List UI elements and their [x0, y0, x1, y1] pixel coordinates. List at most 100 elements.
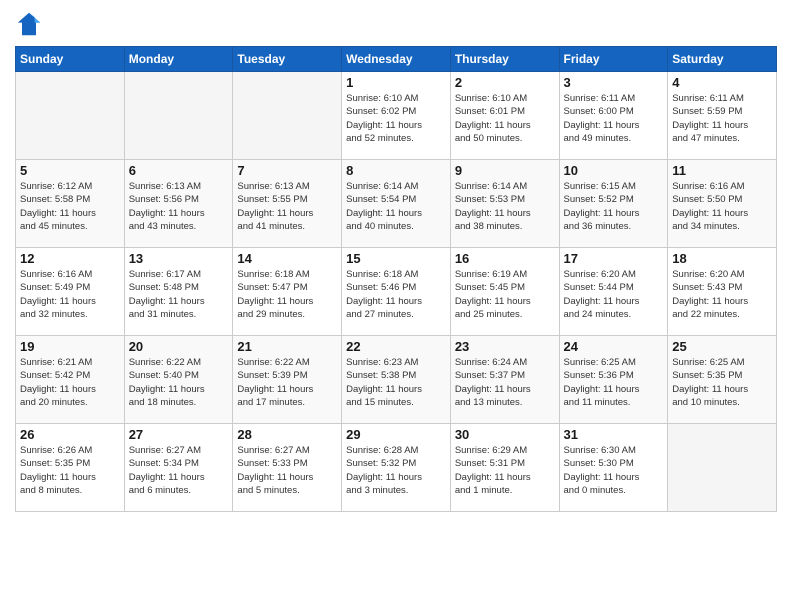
page: SundayMondayTuesdayWednesdayThursdayFrid… [0, 0, 792, 612]
weekday-header-friday: Friday [559, 47, 668, 72]
calendar-cell: 16 Sunrise: 6:19 AMSunset: 5:45 PMDayligh… [450, 248, 559, 336]
day-number: 8 [346, 163, 446, 178]
calendar-cell [124, 72, 233, 160]
calendar-cell: 19 Sunrise: 6:21 AMSunset: 5:42 PMDayligh… [16, 336, 125, 424]
day-info: Sunrise: 6:26 AMSunset: 5:35 PMDaylight:… [20, 444, 120, 497]
day-number: 6 [129, 163, 229, 178]
calendar-cell: 5Sunrise: 6:12 AMSunset: 5:58 PMDaylight… [16, 160, 125, 248]
calendar-cell: 28 Sunrise: 6:27 AMSunset: 5:33 PMDayligh… [233, 424, 342, 512]
calendar-cell: 14 Sunrise: 6:18 AMSunset: 5:47 PMDayligh… [233, 248, 342, 336]
calendar-cell [233, 72, 342, 160]
day-info: Sunrise: 6:18 AMSunset: 5:46 PMDaylight:… [346, 268, 446, 321]
calendar-cell: 18 Sunrise: 6:20 AMSunset: 5:43 PMDayligh… [668, 248, 777, 336]
calendar-cell: 15Sunrise: 6:18 AMSunset: 5:46 PMDayligh… [342, 248, 451, 336]
weekday-header-row: SundayMondayTuesdayWednesdayThursdayFrid… [16, 47, 777, 72]
day-info: Sunrise: 6:19 AMSunset: 5:45 PMDaylight:… [455, 268, 555, 321]
day-info: Sunrise: 6:14 AMSunset: 5:53 PMDaylight:… [455, 180, 555, 233]
day-info: Sunrise: 6:10 AMSunset: 6:02 PMDaylight:… [346, 92, 446, 145]
calendar-cell: 7 Sunrise: 6:13 AMSunset: 5:55 PMDaylight… [233, 160, 342, 248]
calendar-cell: 2 Sunrise: 6:10 AMSunset: 6:01 PMDaylight… [450, 72, 559, 160]
day-info: Sunrise: 6:23 AMSunset: 5:38 PMDaylight:… [346, 356, 446, 409]
weekday-header-saturday: Saturday [668, 47, 777, 72]
calendar-cell: 8 Sunrise: 6:14 AMSunset: 5:54 PMDaylight… [342, 160, 451, 248]
day-number: 28 [237, 427, 337, 442]
day-info: Sunrise: 6:22 AMSunset: 5:40 PMDaylight:… [129, 356, 229, 409]
day-info: Sunrise: 6:10 AMSunset: 6:01 PMDaylight:… [455, 92, 555, 145]
weekday-header-tuesday: Tuesday [233, 47, 342, 72]
day-info: Sunrise: 6:20 AMSunset: 5:44 PMDaylight:… [564, 268, 664, 321]
day-number: 26 [20, 427, 120, 442]
day-info: Sunrise: 6:22 AMSunset: 5:39 PMDaylight:… [237, 356, 337, 409]
day-number: 31 [564, 427, 664, 442]
day-number: 21 [237, 339, 337, 354]
calendar-cell: 22Sunrise: 6:23 AMSunset: 5:38 PMDayligh… [342, 336, 451, 424]
calendar-cell: 13 Sunrise: 6:17 AMSunset: 5:48 PMDayligh… [124, 248, 233, 336]
day-number: 2 [455, 75, 555, 90]
calendar-week-1: 1 Sunrise: 6:10 AMSunset: 6:02 PMDaylight… [16, 72, 777, 160]
day-info: Sunrise: 6:17 AMSunset: 5:48 PMDaylight:… [129, 268, 229, 321]
day-info: Sunrise: 6:13 AMSunset: 5:56 PMDaylight:… [129, 180, 229, 233]
day-info: Sunrise: 6:28 AMSunset: 5:32 PMDaylight:… [346, 444, 446, 497]
day-info: Sunrise: 6:16 AMSunset: 5:50 PMDaylight:… [672, 180, 772, 233]
logo [15, 10, 47, 38]
day-info: Sunrise: 6:11 AMSunset: 5:59 PMDaylight:… [672, 92, 772, 145]
calendar-cell [16, 72, 125, 160]
day-number: 14 [237, 251, 337, 266]
day-number: 13 [129, 251, 229, 266]
day-info: Sunrise: 6:14 AMSunset: 5:54 PMDaylight:… [346, 180, 446, 233]
day-number: 4 [672, 75, 772, 90]
calendar: SundayMondayTuesdayWednesdayThursdayFrid… [15, 46, 777, 512]
day-number: 16 [455, 251, 555, 266]
weekday-header-thursday: Thursday [450, 47, 559, 72]
day-info: Sunrise: 6:25 AMSunset: 5:35 PMDaylight:… [672, 356, 772, 409]
calendar-week-3: 12Sunrise: 6:16 AMSunset: 5:49 PMDayligh… [16, 248, 777, 336]
day-info: Sunrise: 6:15 AMSunset: 5:52 PMDaylight:… [564, 180, 664, 233]
calendar-cell: 17 Sunrise: 6:20 AMSunset: 5:44 PMDayligh… [559, 248, 668, 336]
day-info: Sunrise: 6:13 AMSunset: 5:55 PMDaylight:… [237, 180, 337, 233]
day-info: Sunrise: 6:29 AMSunset: 5:31 PMDaylight:… [455, 444, 555, 497]
calendar-cell: 12Sunrise: 6:16 AMSunset: 5:49 PMDayligh… [16, 248, 125, 336]
day-info: Sunrise: 6:18 AMSunset: 5:47 PMDaylight:… [237, 268, 337, 321]
day-info: Sunrise: 6:25 AMSunset: 5:36 PMDaylight:… [564, 356, 664, 409]
calendar-cell: 4 Sunrise: 6:11 AMSunset: 5:59 PMDaylight… [668, 72, 777, 160]
day-number: 27 [129, 427, 229, 442]
day-number: 18 [672, 251, 772, 266]
day-info: Sunrise: 6:21 AMSunset: 5:42 PMDaylight:… [20, 356, 120, 409]
day-number: 9 [455, 163, 555, 178]
logo-icon [15, 10, 43, 38]
day-number: 1 [346, 75, 446, 90]
day-info: Sunrise: 6:20 AMSunset: 5:43 PMDaylight:… [672, 268, 772, 321]
day-number: 30 [455, 427, 555, 442]
calendar-cell: 20 Sunrise: 6:22 AMSunset: 5:40 PMDayligh… [124, 336, 233, 424]
calendar-cell: 31Sunrise: 6:30 AMSunset: 5:30 PMDayligh… [559, 424, 668, 512]
calendar-cell: 9 Sunrise: 6:14 AMSunset: 5:53 PMDaylight… [450, 160, 559, 248]
calendar-cell [668, 424, 777, 512]
day-number: 11 [672, 163, 772, 178]
day-info: Sunrise: 6:24 AMSunset: 5:37 PMDaylight:… [455, 356, 555, 409]
header [15, 10, 777, 38]
calendar-cell: 24Sunrise: 6:25 AMSunset: 5:36 PMDayligh… [559, 336, 668, 424]
calendar-cell: 3Sunrise: 6:11 AMSunset: 6:00 PMDaylight… [559, 72, 668, 160]
day-info: Sunrise: 6:27 AMSunset: 5:34 PMDaylight:… [129, 444, 229, 497]
calendar-cell: 26 Sunrise: 6:26 AMSunset: 5:35 PMDayligh… [16, 424, 125, 512]
day-number: 19 [20, 339, 120, 354]
calendar-week-5: 26 Sunrise: 6:26 AMSunset: 5:35 PMDayligh… [16, 424, 777, 512]
day-number: 12 [20, 251, 120, 266]
day-number: 5 [20, 163, 120, 178]
day-number: 7 [237, 163, 337, 178]
calendar-week-4: 19 Sunrise: 6:21 AMSunset: 5:42 PMDayligh… [16, 336, 777, 424]
calendar-cell: 23Sunrise: 6:24 AMSunset: 5:37 PMDayligh… [450, 336, 559, 424]
day-number: 29 [346, 427, 446, 442]
calendar-cell: 21 Sunrise: 6:22 AMSunset: 5:39 PMDayligh… [233, 336, 342, 424]
day-info: Sunrise: 6:27 AMSunset: 5:33 PMDaylight:… [237, 444, 337, 497]
calendar-cell: 29 Sunrise: 6:28 AMSunset: 5:32 PMDayligh… [342, 424, 451, 512]
calendar-cell: 27 Sunrise: 6:27 AMSunset: 5:34 PMDayligh… [124, 424, 233, 512]
calendar-week-2: 5Sunrise: 6:12 AMSunset: 5:58 PMDaylight… [16, 160, 777, 248]
day-info: Sunrise: 6:11 AMSunset: 6:00 PMDaylight:… [564, 92, 664, 145]
calendar-cell: 10Sunrise: 6:15 AMSunset: 5:52 PMDayligh… [559, 160, 668, 248]
day-number: 25 [672, 339, 772, 354]
weekday-header-wednesday: Wednesday [342, 47, 451, 72]
day-number: 20 [129, 339, 229, 354]
day-number: 17 [564, 251, 664, 266]
weekday-header-sunday: Sunday [16, 47, 125, 72]
